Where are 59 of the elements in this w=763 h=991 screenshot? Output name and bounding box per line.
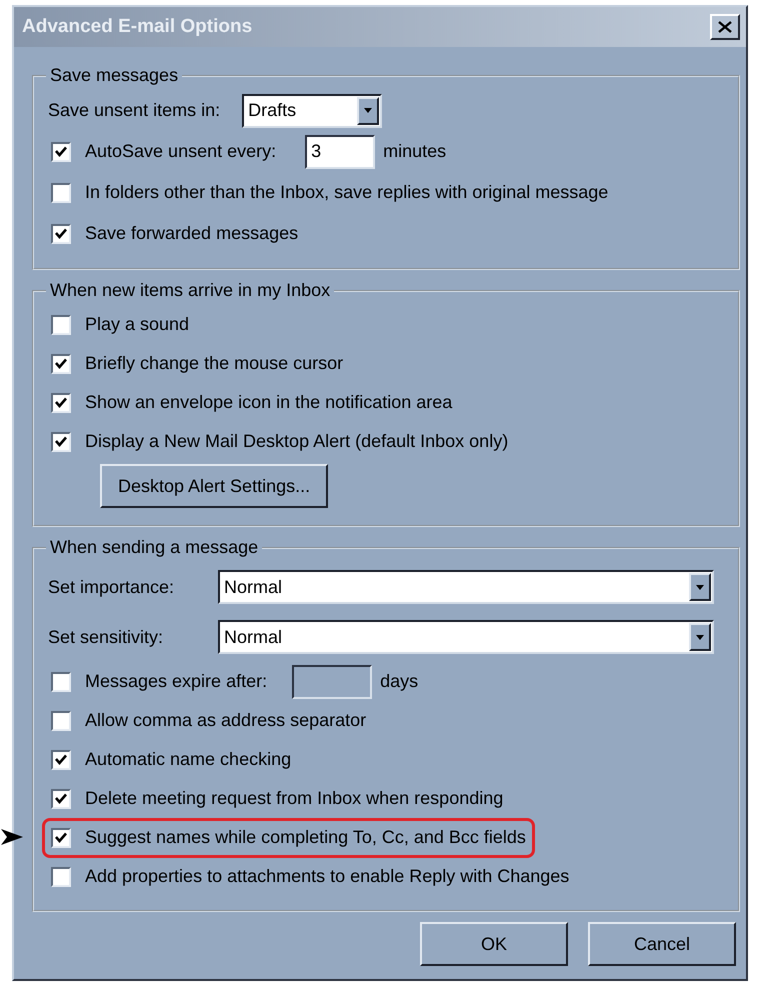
- check-icon: [55, 436, 67, 447]
- checkbox-label: Allow comma as address separator: [85, 710, 366, 731]
- dropdown[interactable]: Drafts: [242, 94, 382, 128]
- checkbox[interactable]: [51, 224, 71, 244]
- checkbox[interactable]: [51, 866, 71, 886]
- close-icon: [718, 21, 732, 33]
- checkbox-label: Messages expire after:: [85, 671, 268, 692]
- checkbox[interactable]: [51, 432, 71, 452]
- checkbox[interactable]: [51, 142, 71, 162]
- check-icon: [55, 832, 67, 843]
- cancel-button[interactable]: Cancel: [588, 922, 736, 966]
- checkbox[interactable]: [51, 672, 71, 692]
- checkbox[interactable]: [51, 314, 71, 334]
- dropdown-arrow-button[interactable]: [689, 623, 711, 651]
- checkbox-label: Add properties to attachments to enable Reply with Changes: [85, 866, 570, 887]
- caret-icon: [364, 108, 372, 113]
- dropdown-arrow-button[interactable]: [357, 96, 380, 124]
- checkbox[interactable]: [51, 750, 71, 770]
- unit-label: days: [380, 671, 418, 692]
- checkbox-label: Automatic name checking: [85, 749, 292, 770]
- dropdown-arrow-button[interactable]: [689, 573, 711, 601]
- checkbox[interactable]: [51, 354, 71, 374]
- dropdown[interactable]: Normal: [218, 620, 714, 654]
- check-icon: [55, 793, 67, 804]
- checkbox-label: Play a sound: [85, 314, 190, 335]
- check-icon: [55, 754, 67, 765]
- checkbox-label: Show an envelope icon in the notification area: [85, 392, 452, 413]
- unit-label: minutes: [383, 141, 446, 162]
- checkbox-label: AutoSave unsent every:: [85, 141, 276, 162]
- check-icon: [55, 397, 67, 408]
- checkbox-label: Display a New Mail Desktop Alert (default Inbox only): [85, 431, 508, 452]
- checkbox-label: In folders other than the Inbox, save replies with original message: [85, 182, 608, 203]
- group-title: When sending a message: [49, 537, 260, 558]
- pointer-arrow: [1, 826, 23, 848]
- window-title: Advanced E-mail Options: [22, 16, 252, 38]
- group-title: Save messages: [49, 65, 180, 86]
- text-field[interactable]: 3: [305, 134, 376, 168]
- caret-icon: [696, 634, 704, 640]
- checkbox-label: Briefly change the mouse cursor: [85, 353, 344, 374]
- checkbox[interactable]: [51, 182, 71, 202]
- check-icon: [55, 228, 67, 239]
- checkbox-label: Delete meeting request from Inbox when responding: [85, 788, 504, 809]
- settings-button[interactable]: Desktop Alert Settings...: [100, 464, 328, 508]
- checkbox[interactable]: [51, 710, 71, 730]
- checkbox-label: Suggest names while completing To, Cc, and Bcc fields: [85, 827, 526, 848]
- field-label: Save unsent items in:: [48, 100, 220, 121]
- checkbox[interactable]: [51, 392, 71, 412]
- checkbox[interactable]: [51, 828, 71, 848]
- close-button[interactable]: [710, 14, 740, 40]
- check-icon: [55, 358, 67, 369]
- dropdown[interactable]: Normal: [218, 570, 714, 604]
- group-title: When new items arrive in my Inbox: [49, 280, 332, 301]
- checkbox-label: Save forwarded messages: [85, 223, 298, 244]
- field-label: Set sensitivity:: [48, 626, 164, 648]
- ok-button[interactable]: OK: [420, 922, 568, 966]
- checkbox[interactable]: [51, 788, 71, 808]
- check-icon: [55, 146, 67, 157]
- field-label: Set importance:: [48, 576, 176, 598]
- caret-icon: [696, 584, 704, 590]
